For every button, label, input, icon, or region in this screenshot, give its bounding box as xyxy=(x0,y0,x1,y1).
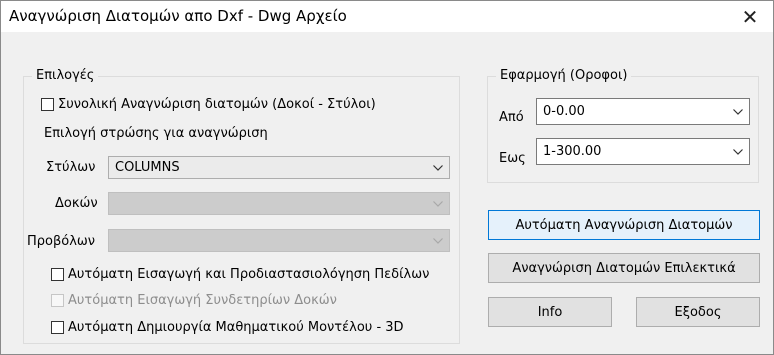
chevron-down-icon xyxy=(727,99,749,124)
to-floor-select[interactable]: 1-300.00 xyxy=(536,138,750,165)
total-recognition-checkbox[interactable]: Συνολική Αναγνώριση διατομών (Δοκοί - Στ… xyxy=(41,97,376,112)
title-bar: Αναγνώριση Διατομών απο Dxf - Dwg Αρχείο… xyxy=(1,1,773,32)
window-title: Αναγνώριση Διατομών απο Dxf - Dwg Αρχείο xyxy=(9,7,347,25)
chevron-down-icon xyxy=(427,230,449,251)
floors-group: Εφαρμογή (Οροφοι) xyxy=(487,68,759,183)
from-floor-select[interactable]: 0-0.00 xyxy=(536,98,750,125)
layer-selection-heading: Επιλογή στρώσης για αναγνώριση xyxy=(44,126,268,141)
auto-beam-connectors-label: Αυτόματη Εισαγωγή Συνδετηρίων Δοκών xyxy=(68,293,337,308)
auto-recognition-button[interactable]: Αυτόματη Αναγνώριση Διατομών xyxy=(488,210,760,240)
auto-footings-label: Αυτόματη Εισαγωγή και Προδιαστασιολόγηση… xyxy=(68,267,430,282)
auto-beam-connectors-checkbox: Αυτόματη Εισαγωγή Συνδετηρίων Δοκών xyxy=(51,293,337,308)
checkbox-box[interactable] xyxy=(41,98,54,111)
auto-model-3d-checkbox[interactable]: Αυτόματη Δημιουργία Μαθηματικού Μοντέλου… xyxy=(51,320,404,335)
checkbox-box xyxy=(51,294,64,307)
chevron-down-icon xyxy=(427,157,449,178)
columns-label: Στύλων xyxy=(46,160,96,175)
exit-button[interactable]: Εξοδος xyxy=(636,297,760,327)
selective-recognition-button[interactable]: Αναγνώριση Διατομών Επιλεκτικά xyxy=(488,253,760,283)
floors-legend: Εφαρμογή (Οροφοι) xyxy=(496,68,632,83)
columns-layer-value: COLUMNS xyxy=(115,160,180,175)
auto-model-3d-label: Αυτόματη Δημιουργία Μαθηματικού Μοντέλου… xyxy=(68,320,404,335)
beams-layer-select xyxy=(108,192,450,215)
projections-layer-select xyxy=(108,229,450,252)
total-recognition-label: Συνολική Αναγνώριση διατομών (Δοκοί - Στ… xyxy=(58,97,376,112)
checkbox-box[interactable] xyxy=(51,268,64,281)
beams-label: Δοκών xyxy=(55,196,98,211)
checkbox-box[interactable] xyxy=(51,321,64,334)
auto-footings-checkbox[interactable]: Αυτόματη Εισαγωγή και Προδιαστασιολόγηση… xyxy=(51,267,429,282)
close-button[interactable]: ✕ xyxy=(727,1,773,32)
chevron-down-icon xyxy=(727,139,749,164)
chevron-down-icon xyxy=(427,193,449,214)
dialog-window: Αναγνώριση Διατομών απο Dxf - Dwg Αρχείο… xyxy=(0,0,774,355)
from-floor-label: Από xyxy=(499,110,524,125)
close-icon: ✕ xyxy=(741,4,759,29)
options-legend: Επιλογές xyxy=(32,68,99,83)
to-floor-label: Εως xyxy=(499,151,526,166)
from-floor-value: 0-0.00 xyxy=(543,104,585,119)
info-button[interactable]: Info xyxy=(488,297,612,327)
columns-layer-select[interactable]: COLUMNS xyxy=(108,156,450,179)
to-floor-value: 1-300.00 xyxy=(543,144,602,159)
projections-label: Προβόλων xyxy=(27,234,96,249)
